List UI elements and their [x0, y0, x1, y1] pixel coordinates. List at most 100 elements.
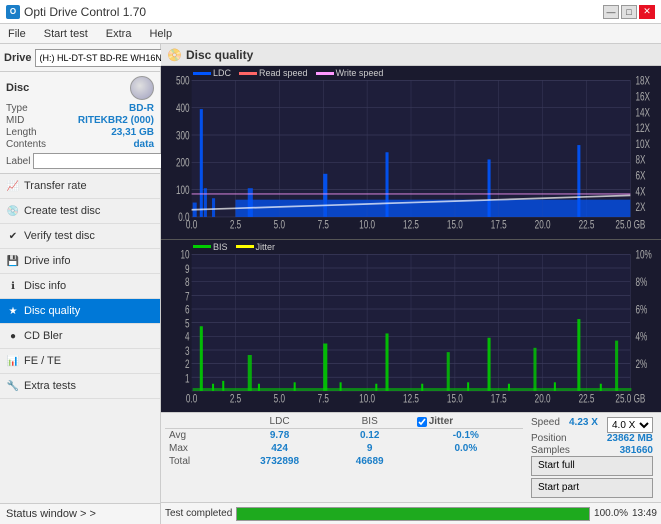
sidebar-item-drive-info[interactable]: 💾 Drive info — [0, 249, 160, 274]
drive-toolbar: Drive (H:) HL-DT-ST BD-RE WH16NS58 TST4 … — [0, 44, 160, 72]
svg-text:17.5: 17.5 — [491, 393, 507, 406]
start-full-button[interactable]: Start full — [531, 456, 653, 476]
progress-area: Test completed 100.0% 13:49 — [161, 502, 661, 524]
bis-legend-label: BIS — [213, 242, 228, 252]
drive-info-icon: 💾 — [6, 254, 20, 268]
sidebar-spacer — [0, 399, 160, 503]
svg-text:22.5: 22.5 — [579, 219, 595, 232]
disc-contents-value: data — [133, 139, 154, 150]
title-bar-left: O Opti Drive Control 1.70 — [6, 5, 146, 19]
svg-text:0.0: 0.0 — [186, 393, 198, 406]
disc-type-value: BD-R — [129, 103, 154, 114]
read-speed-legend-item: Read speed — [239, 68, 308, 78]
samples-label: Samples — [531, 445, 570, 456]
max-ldc: 424 — [228, 442, 330, 455]
speed-select-stats[interactable]: 4.0 X — [607, 417, 653, 433]
menu-start-test[interactable]: Start test — [40, 26, 92, 42]
menu-help[interactable]: Help — [145, 26, 176, 42]
svg-text:6: 6 — [185, 304, 190, 317]
svg-text:10.0: 10.0 — [359, 393, 375, 406]
avg-jitter: -0.1% — [409, 429, 523, 443]
write-speed-legend-color — [316, 72, 334, 75]
sidebar-item-fe-te[interactable]: 📊 FE / TE — [0, 349, 160, 374]
sidebar-item-disc-info[interactable]: ℹ Disc info — [0, 274, 160, 299]
svg-text:100: 100 — [176, 185, 190, 198]
stats-row-avg: Avg 9.78 0.12 -0.1% — [165, 429, 523, 443]
avg-label: Avg — [165, 429, 228, 443]
stats-right: Speed 4.23 X 4.0 X Position 23862 MB Sam… — [527, 415, 657, 500]
read-speed-legend-color — [239, 72, 257, 75]
jitter-checkbox[interactable] — [417, 417, 427, 427]
svg-text:7: 7 — [185, 291, 190, 304]
svg-text:500: 500 — [176, 75, 190, 88]
jitter-check-label: Jitter — [429, 416, 453, 427]
disc-label-input[interactable] — [33, 153, 171, 169]
menu-bar: File Start test Extra Help — [0, 24, 661, 44]
svg-text:4%: 4% — [635, 331, 647, 344]
sidebar-item-cd-bler[interactable]: ● CD Bler — [0, 324, 160, 349]
disc-contents-row: Contents data — [6, 139, 154, 150]
sidebar-item-verify-test-disc[interactable]: ✔ Verify test disc — [0, 224, 160, 249]
samples-value: 381660 — [620, 445, 653, 456]
sidebar-item-extra-tests[interactable]: 🔧 Extra tests — [0, 374, 160, 399]
svg-text:20.0: 20.0 — [535, 219, 551, 232]
disc-contents-label: Contents — [6, 139, 46, 150]
sidebar-item-transfer-rate-label: Transfer rate — [24, 180, 87, 192]
status-window-button[interactable]: Status window > > — [0, 503, 160, 524]
disc-label-label: Label — [6, 156, 30, 167]
jitter-legend-item: Jitter — [236, 242, 276, 252]
sidebar-item-create-test-disc[interactable]: 💿 Create test disc — [0, 199, 160, 224]
content-area: 📀 Disc quality LDC Read speed Write spee… — [161, 44, 661, 524]
progress-bar-inner — [237, 508, 589, 520]
start-part-button[interactable]: Start part — [531, 478, 653, 498]
content-header-icon: 📀 — [167, 48, 182, 62]
svg-text:8%: 8% — [635, 276, 647, 289]
sidebar-item-cd-bler-label: CD Bler — [24, 330, 63, 342]
stats-table: LDC BIS Jitter Avg — [165, 415, 523, 500]
max-bis: 9 — [331, 442, 409, 455]
avg-bis: 0.12 — [331, 429, 409, 443]
svg-text:200: 200 — [176, 157, 190, 170]
svg-text:2.5: 2.5 — [230, 219, 242, 232]
position-info: Position 23862 MB — [531, 433, 653, 444]
total-jitter — [409, 455, 523, 468]
sidebar-item-transfer-rate[interactable]: 📈 Transfer rate — [0, 174, 160, 199]
svg-text:12.5: 12.5 — [403, 393, 419, 406]
close-button[interactable]: ✕ — [639, 5, 655, 19]
svg-text:10X: 10X — [635, 139, 650, 152]
menu-extra[interactable]: Extra — [102, 26, 136, 42]
menu-file[interactable]: File — [4, 26, 30, 42]
position-label: Position — [531, 433, 567, 444]
avg-ldc: 9.78 — [228, 429, 330, 443]
total-label: Total — [165, 455, 228, 468]
svg-text:12.5: 12.5 — [403, 219, 419, 232]
disc-mid-row: MID RITEKBR2 (000) — [6, 115, 154, 126]
write-speed-legend-item: Write speed — [316, 68, 384, 78]
sidebar-item-disc-info-label: Disc info — [24, 280, 66, 292]
stats-col-jitter-check[interactable]: Jitter — [409, 415, 523, 429]
disc-panel: Disc Type BD-R MID RITEKBR2 (000) Length… — [0, 72, 160, 174]
svg-text:9: 9 — [185, 263, 190, 276]
chart1-legend: LDC Read speed Write speed — [193, 68, 383, 78]
minimize-button[interactable]: — — [603, 5, 619, 19]
maximize-button[interactable]: □ — [621, 5, 637, 19]
svg-text:2: 2 — [185, 358, 190, 371]
max-jitter: 0.0% — [409, 442, 523, 455]
svg-text:6X: 6X — [635, 170, 645, 183]
svg-text:7.5: 7.5 — [318, 219, 330, 232]
transfer-rate-icon: 📈 — [6, 179, 20, 193]
sidebar-item-disc-quality[interactable]: ★ Disc quality — [0, 299, 160, 324]
stats-col-bis: BIS — [331, 415, 409, 429]
svg-text:5.0: 5.0 — [274, 219, 286, 232]
disc-length-value: 23,31 GB — [111, 127, 154, 138]
svg-text:1: 1 — [185, 373, 190, 386]
svg-text:3: 3 — [185, 345, 190, 358]
stats-row-total: Total 3732898 46689 — [165, 455, 523, 468]
disc-length-label: Length — [6, 127, 37, 138]
svg-text:2X: 2X — [635, 202, 645, 215]
sidebar: Drive (H:) HL-DT-ST BD-RE WH16NS58 TST4 … — [0, 44, 161, 524]
ldc-chart-container: LDC Read speed Write speed — [161, 66, 661, 240]
svg-text:300: 300 — [176, 130, 190, 143]
svg-text:25.0 GB: 25.0 GB — [615, 393, 645, 406]
svg-text:15.0: 15.0 — [447, 219, 463, 232]
